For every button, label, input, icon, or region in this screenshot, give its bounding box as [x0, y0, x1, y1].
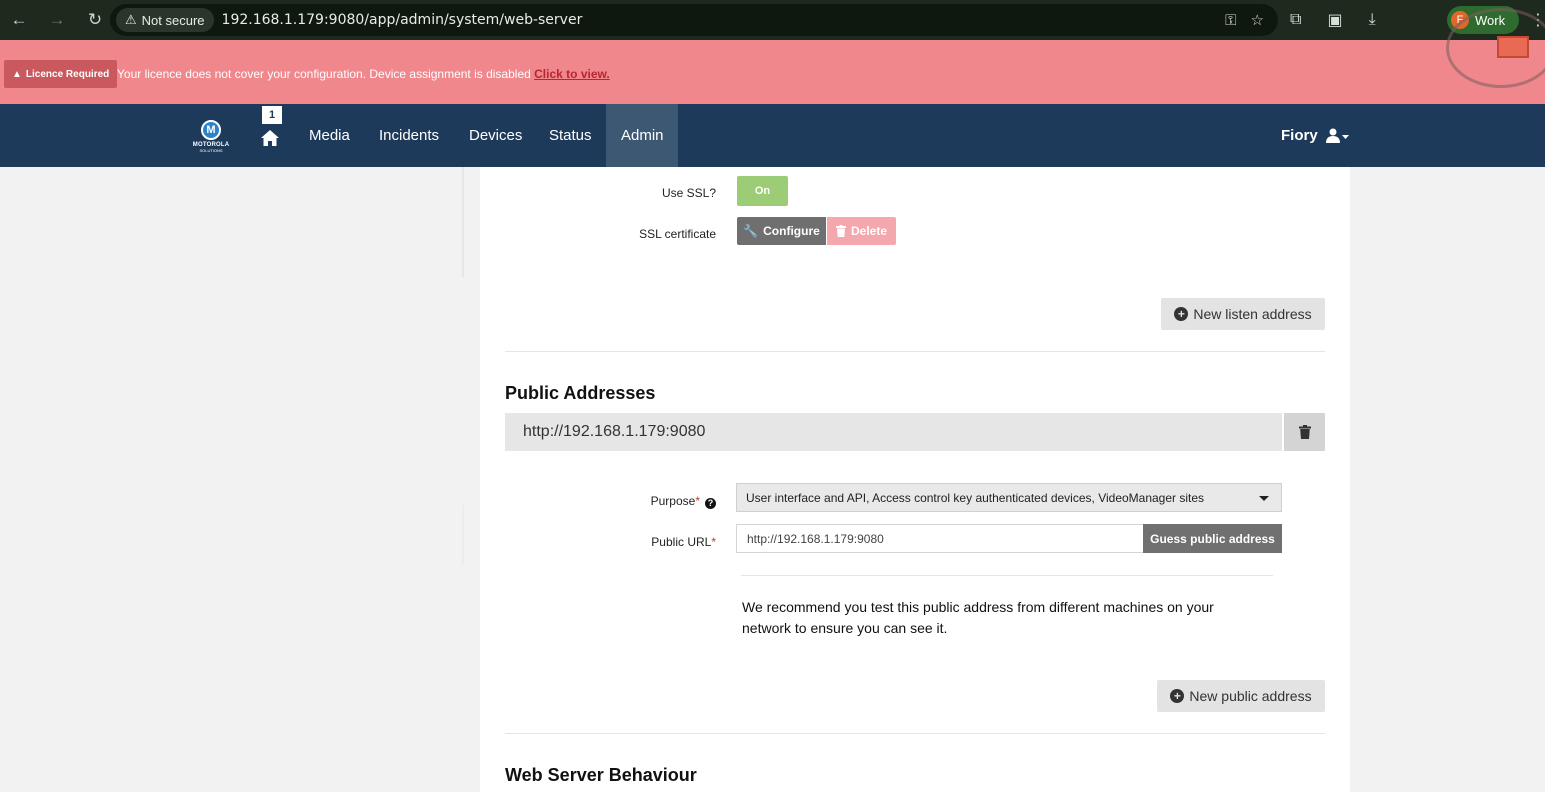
public-address-value: http://192.168.1.179:9080 [523, 423, 706, 440]
help-icon[interactable]: ? [705, 497, 716, 509]
licence-banner: ▲ Licence Required Your licence does not… [0, 40, 1545, 104]
plus-circle-icon: + [1170, 689, 1185, 703]
use-ssl-label: Use SSL? [661, 186, 716, 200]
caret-down-icon [1259, 496, 1269, 501]
public-url-label-text: Public URL [651, 535, 712, 549]
ssl-certificate-label: SSL certificate [639, 227, 716, 241]
inner-divider [741, 575, 1273, 576]
overlay-ring [1446, 8, 1545, 88]
configure-label: Configure [763, 224, 820, 238]
use-ssl-toggle[interactable]: On [737, 176, 788, 206]
purpose-select[interactable]: User interface and API, Access control k… [736, 483, 1282, 512]
screen-share-icon [1497, 36, 1529, 58]
reload-icon[interactable]: ↻ [76, 0, 114, 40]
search-tab-icon[interactable]: ▣ [1327, 10, 1342, 30]
configure-certificate-button[interactable]: 🔧 Configure [737, 217, 826, 245]
nav-status[interactable]: Status [534, 104, 607, 167]
purpose-label: Purpose*? [600, 494, 716, 509]
licence-view-link[interactable]: Click to view. [534, 67, 610, 81]
extensions-icon[interactable]: ⧉ [1290, 11, 1301, 29]
licence-message: Your licence does not cover your configu… [117, 67, 610, 81]
licence-badge-label: Licence Required [25, 68, 110, 80]
wrench-icon: 🔧 [743, 224, 759, 238]
trash-icon [835, 225, 846, 237]
nav-media[interactable]: Media [294, 104, 365, 167]
delete-label: Delete [850, 224, 888, 238]
key-icon[interactable]: ⚿ [1225, 12, 1236, 29]
new-listen-address-button[interactable]: + New listen address [1161, 298, 1325, 330]
forward-icon[interactable]: → [38, 0, 76, 40]
motorola-logo[interactable]: M MOTOROLA SOLUTIONS [190, 120, 232, 160]
section-divider [505, 351, 1325, 352]
new-listen-address-label: New listen address [1193, 306, 1312, 322]
security-label: Not secure [141, 12, 205, 28]
sidebar-edge [462, 505, 464, 565]
alert-icon: ▲ [12, 68, 22, 80]
address-bar[interactable]: ⚠ Not secure 192.168.1.179:9080/app/admi… [110, 4, 1278, 36]
new-public-address-button[interactable]: + New public address [1157, 680, 1325, 712]
nav-admin[interactable]: Admin [606, 104, 678, 167]
url-text[interactable]: 192.168.1.179:9080/app/admin/system/web-… [222, 12, 583, 28]
delete-certificate-button[interactable]: Delete [827, 217, 896, 245]
user-menu[interactable]: Fiory [1281, 104, 1350, 167]
nav-devices[interactable]: Devices [454, 104, 537, 167]
motorola-logo-icon: M [201, 120, 221, 140]
trash-icon [1298, 425, 1311, 439]
required-marker: * [711, 535, 716, 549]
nav-incidents[interactable]: Incidents [364, 104, 454, 167]
app-navbar: M MOTOROLA SOLUTIONS 1 Media Incidents D… [0, 104, 1545, 167]
logo-subtext: SOLUTIONS [199, 148, 223, 153]
delete-public-address-button[interactable] [1284, 413, 1325, 451]
recommendation-text: We recommend you test this public addres… [742, 599, 1214, 636]
back-icon[interactable]: ← [0, 0, 38, 40]
web-server-behaviour-title: Web Server Behaviour [505, 765, 697, 785]
home-icon[interactable] [260, 129, 280, 147]
guess-public-address-button[interactable]: Guess public address [1143, 524, 1282, 553]
security-chip[interactable]: ⚠ Not secure [116, 8, 214, 32]
public-address-header[interactable]: http://192.168.1.179:9080 [505, 413, 1282, 451]
user-dropdown-icon [1325, 128, 1349, 143]
licence-message-text: Your licence does not cover your configu… [117, 67, 531, 81]
required-marker: * [695, 494, 700, 508]
purpose-label-text: Purpose [650, 494, 696, 508]
user-name: Fiory [1281, 127, 1318, 144]
home-badge: 1 [262, 106, 282, 124]
star-icon[interactable]: ☆ [1251, 11, 1264, 29]
public-url-label: Public URL* [600, 535, 716, 549]
warning-icon: ⚠ [125, 12, 137, 27]
public-addresses-title: Public Addresses [505, 383, 656, 403]
plus-circle-icon: + [1174, 307, 1189, 321]
section-divider [505, 733, 1325, 734]
licence-badge: ▲ Licence Required [4, 60, 118, 88]
public-url-input[interactable] [736, 524, 1144, 553]
sidebar-edge [462, 167, 464, 277]
new-public-address-label: New public address [1189, 688, 1312, 704]
purpose-selected-value: User interface and API, Access control k… [746, 490, 1205, 505]
download-icon[interactable]: ⤓ [1369, 11, 1376, 29]
